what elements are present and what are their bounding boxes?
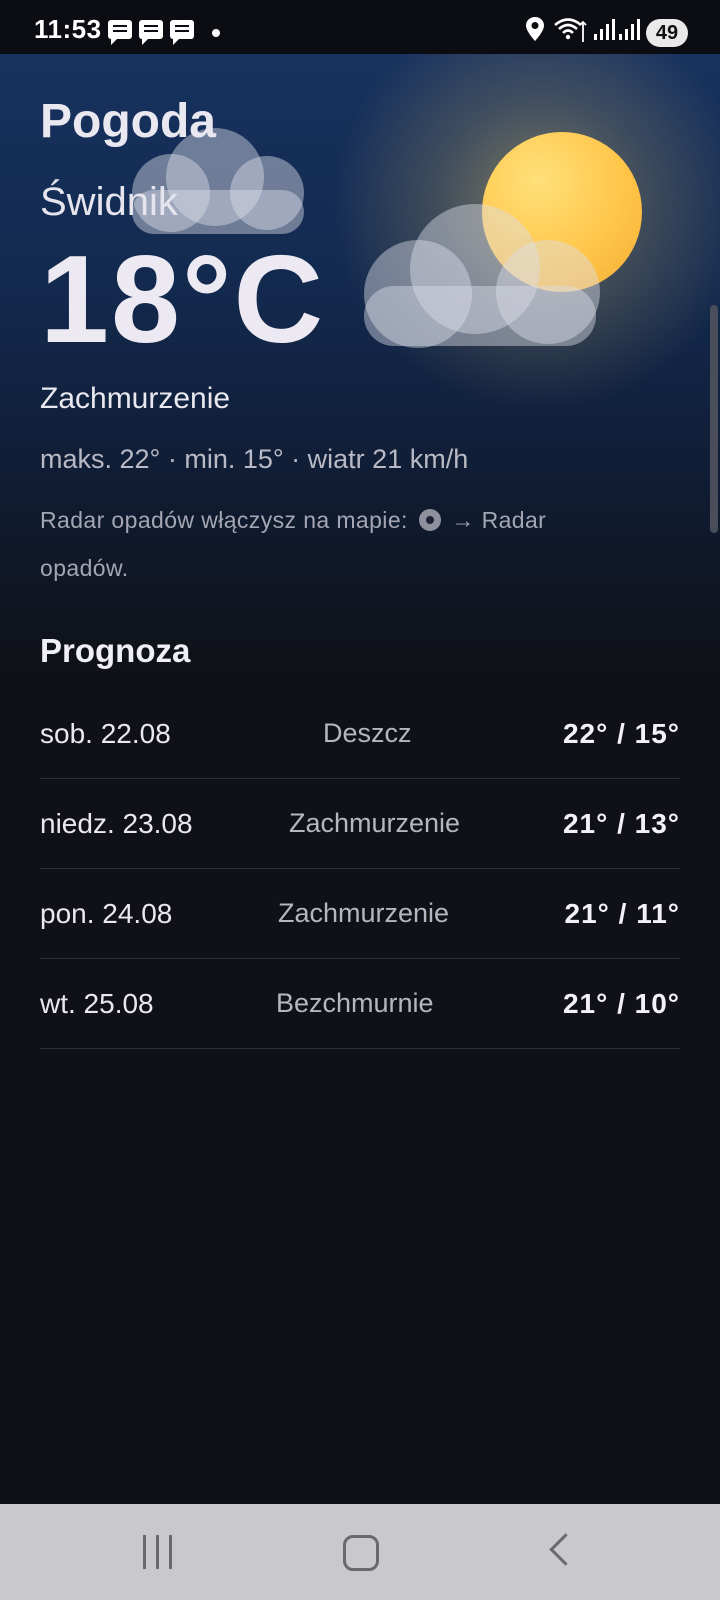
forecast-date: niedz. 23.08 xyxy=(40,808,193,839)
forecast-row: pon. 24.08 Zachmurzenie 21° / 11° xyxy=(40,868,680,959)
forecast-condition: Bezchmurnie xyxy=(276,988,434,1018)
weather-details: maks. 22° · min. 15° · wiatr 21 km/h xyxy=(40,444,469,474)
forecast-row: wt. 25.08 Bezchmurnie 21° / 10° xyxy=(40,958,680,1049)
back-icon[interactable] xyxy=(549,1533,582,1566)
cloud-icon xyxy=(364,204,604,354)
forecast-temps: 22° / 15° xyxy=(562,718,680,749)
forecast-condition: Zachmurzenie xyxy=(278,898,450,928)
wifi-icon xyxy=(554,18,587,42)
forecast-date: wt. 25.08 xyxy=(40,988,154,1019)
forecast-date: pon. 24.08 xyxy=(40,898,173,929)
forecast-temps: 21° / 11° xyxy=(564,898,680,929)
status-time: 11:53 xyxy=(34,14,102,44)
forecast-temps: 21° / 10° xyxy=(562,988,680,1019)
city-name: Świdnik xyxy=(40,180,178,224)
navigation-bar xyxy=(0,1504,720,1600)
recents-icon[interactable] xyxy=(143,1535,173,1569)
message-icon xyxy=(108,20,132,45)
forecast-condition: Deszcz xyxy=(323,718,412,748)
gear-icon xyxy=(418,509,441,531)
forecast-temps: 21° / 13° xyxy=(562,808,680,839)
signal-icon xyxy=(594,19,615,40)
scrollbar[interactable] xyxy=(710,305,718,533)
notification-dot-icon xyxy=(212,29,220,37)
message-icon xyxy=(139,20,163,45)
app-title: Pogoda xyxy=(40,95,216,148)
forecast-row: niedz. 23.08 Zachmurzenie 21° / 13° xyxy=(40,778,680,869)
status-bar: 11:53 49 xyxy=(0,0,720,54)
forecast-date: sob. 22.08 xyxy=(40,718,171,749)
home-icon[interactable] xyxy=(343,1535,379,1571)
location-icon xyxy=(526,17,544,41)
forecast-condition: Zachmurzenie xyxy=(289,808,461,838)
message-icon xyxy=(170,20,194,45)
signal-icon xyxy=(619,19,640,40)
forecast-title: Prognoza xyxy=(40,632,191,669)
current-condition: Zachmurzenie xyxy=(40,382,231,415)
current-temperature: 18°C xyxy=(40,231,326,369)
radar-hint: Radar opadów włączysz na mapie: → Radar … xyxy=(40,496,640,592)
radar-hint-prefix: Radar opadów włączysz na mapie: xyxy=(40,507,408,533)
forecast-row: sob. 22.08 Deszcz 22° / 15° xyxy=(40,688,680,779)
battery-indicator: 49 xyxy=(646,19,688,47)
